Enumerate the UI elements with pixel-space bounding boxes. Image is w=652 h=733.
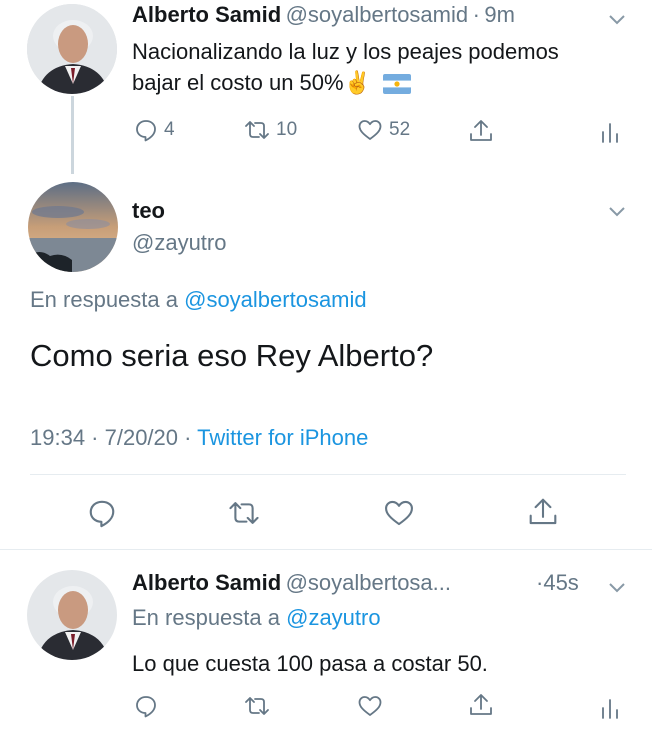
reply-icon	[89, 500, 115, 528]
tweet-text: Nacionalizando la luz y los peajes podem…	[132, 39, 559, 95]
reply-context-label: En respuesta a	[132, 605, 280, 630]
reply-context-link[interactable]: @soyalbertosamid	[184, 287, 367, 312]
tweet-time[interactable]: 9m	[484, 2, 515, 27]
chevron-down-icon[interactable]	[606, 576, 628, 598]
like-icon	[385, 500, 413, 526]
reply-count: 4	[164, 119, 175, 140]
reply-icon	[136, 696, 156, 718]
retweet-count: 10	[276, 119, 298, 140]
author-handle[interactable]: @soyalbertosa...	[286, 570, 451, 595]
thread-line	[71, 96, 74, 174]
avatar[interactable]	[27, 570, 117, 660]
divider	[0, 549, 652, 550]
reply-button[interactable]: 4	[134, 118, 175, 142]
retweet-icon	[245, 121, 269, 139]
argentina-flag-icon	[383, 74, 412, 95]
tweet-text: Como seria eso Rey Alberto?	[30, 338, 434, 373]
tweet-source[interactable]: Twitter for iPhone	[197, 425, 368, 450]
analytics-button[interactable]	[600, 120, 620, 144]
retweet-icon	[229, 502, 259, 524]
author-handle[interactable]: @soyalbertosamid	[286, 2, 469, 27]
author-name[interactable]: Alberto Samid	[132, 570, 281, 595]
like-icon	[358, 120, 382, 140]
share-button[interactable]	[527, 496, 559, 528]
author-name[interactable]: teo	[132, 198, 165, 224]
chevron-down-icon[interactable]	[606, 8, 628, 30]
divider	[30, 474, 626, 475]
tweet-time[interactable]: 45s	[543, 570, 578, 595]
chevron-down-icon[interactable]	[606, 200, 628, 222]
analytics-button[interactable]	[600, 696, 620, 720]
retweet-button[interactable]	[244, 694, 270, 718]
author-name[interactable]: Alberto Samid	[132, 2, 281, 27]
analytics-icon	[602, 699, 618, 719]
share-button[interactable]	[468, 118, 494, 144]
share-icon	[529, 498, 557, 525]
avatar[interactable]	[28, 182, 118, 272]
like-count: 52	[389, 119, 411, 140]
tweet-text: Lo que cuesta 100 pasa a costar 50.	[132, 651, 488, 676]
tweet-timestamp[interactable]: 19:34 · 7/20/20 ·	[30, 425, 191, 450]
reply-context-label: En respuesta a	[30, 287, 178, 312]
reply-icon	[136, 120, 156, 142]
reply-context-link[interactable]: @zayutro	[286, 605, 380, 630]
reply-button[interactable]	[134, 694, 158, 718]
share-icon	[470, 694, 492, 715]
avatar[interactable]	[27, 4, 117, 94]
like-button[interactable]	[383, 498, 415, 528]
like-button[interactable]	[357, 694, 383, 718]
retweet-button[interactable]: 10	[244, 118, 297, 142]
like-icon	[358, 696, 382, 716]
analytics-icon	[602, 123, 618, 143]
retweet-icon	[245, 697, 269, 715]
time-separator: ·	[472, 2, 480, 27]
retweet-button[interactable]	[228, 498, 260, 528]
reply-button[interactable]	[87, 498, 117, 528]
share-button[interactable]	[468, 692, 494, 718]
author-handle[interactable]: @zayutro	[132, 230, 226, 256]
like-button[interactable]: 52	[357, 118, 410, 142]
share-icon	[470, 120, 492, 141]
